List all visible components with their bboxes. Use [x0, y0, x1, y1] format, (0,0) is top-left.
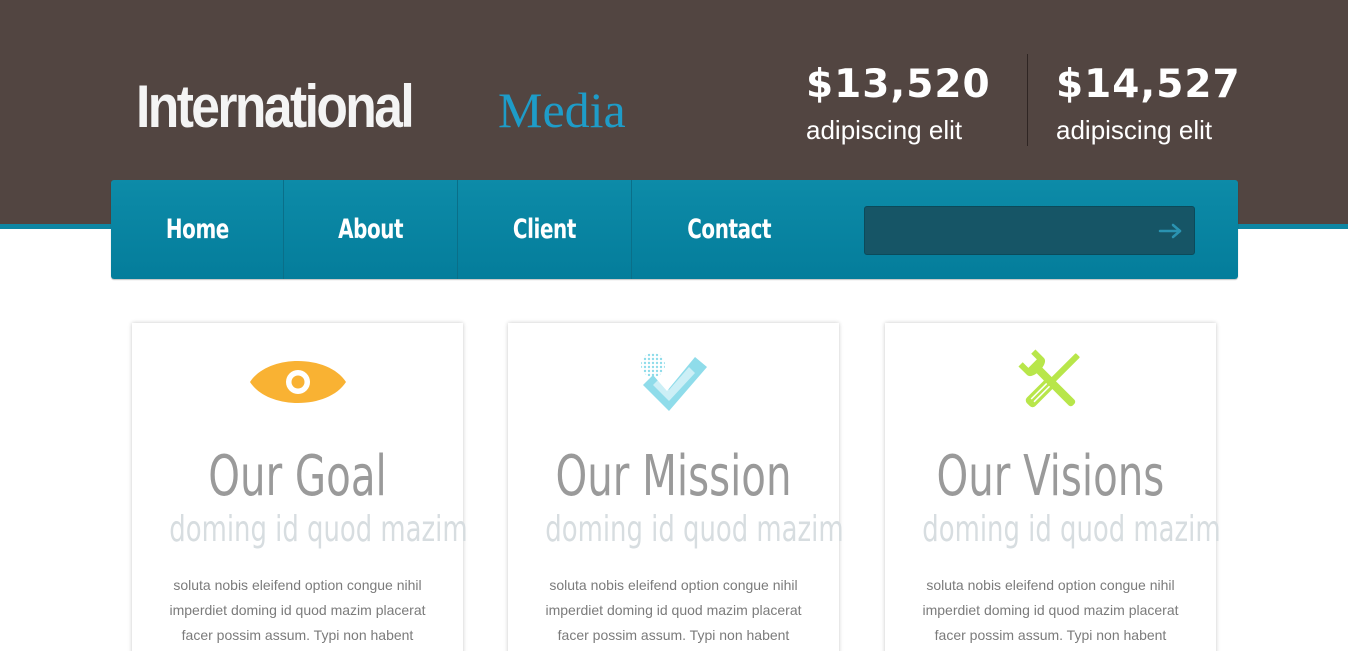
- arrow-right-icon: [1158, 223, 1182, 239]
- main-navbar: Home About Client Contact: [111, 180, 1238, 279]
- tools-icon: [885, 347, 1216, 417]
- visions-card: Our Visions doming id quod mazim soluta …: [885, 323, 1221, 651]
- stat-label: adipiscing elit: [1056, 115, 1213, 145]
- search-submit-button[interactable]: [1158, 219, 1184, 243]
- stat-value: $13,520: [806, 62, 991, 107]
- nav-item-label: Contact: [687, 214, 771, 245]
- site-logo[interactable]: International Media: [136, 72, 626, 142]
- card-subtitle: doming id quod mazim: [922, 509, 1221, 550]
- search-box: [864, 206, 1195, 255]
- card-title: Our Goal: [208, 444, 387, 509]
- logo-main-text: International: [136, 73, 415, 140]
- card-title: Our Mission: [555, 444, 792, 509]
- card-body: soluta nobis eleifend option congue nihi…: [545, 577, 802, 643]
- nav-item-home[interactable]: Home: [111, 180, 283, 279]
- mission-card: Our Mission doming id quod mazim soluta …: [508, 323, 844, 651]
- card-body: soluta nobis eleifend option congue nihi…: [169, 577, 426, 643]
- stat-1: $13,520 adipiscing elit: [806, 60, 1006, 148]
- checkmark-badge-icon: [508, 347, 839, 417]
- stat-divider: [1027, 54, 1028, 146]
- goal-card: Our Goal doming id quod mazim soluta nob…: [132, 323, 468, 651]
- logo-sub-text: Media: [498, 82, 626, 138]
- nav-item-label: Client: [512, 214, 577, 245]
- card-title: Our Visions: [936, 444, 1165, 509]
- nav-item-label: Home: [165, 214, 229, 245]
- nav-item-client[interactable]: Client: [458, 180, 631, 279]
- stat-value: $14,527: [1056, 62, 1241, 107]
- eye-icon: [132, 347, 463, 417]
- card-subtitle: doming id quod mazim: [169, 509, 468, 550]
- search-input[interactable]: [875, 207, 1145, 254]
- nav-item-contact[interactable]: Contact: [632, 180, 826, 279]
- card-body: soluta nobis eleifend option congue nihi…: [922, 577, 1179, 643]
- nav-item-about[interactable]: About: [284, 180, 457, 279]
- nav-item-label: About: [337, 214, 404, 245]
- stat-2: $14,527 adipiscing elit: [1056, 60, 1256, 148]
- card-subtitle: doming id quod mazim: [545, 509, 844, 550]
- stat-label: adipiscing elit: [806, 115, 963, 145]
